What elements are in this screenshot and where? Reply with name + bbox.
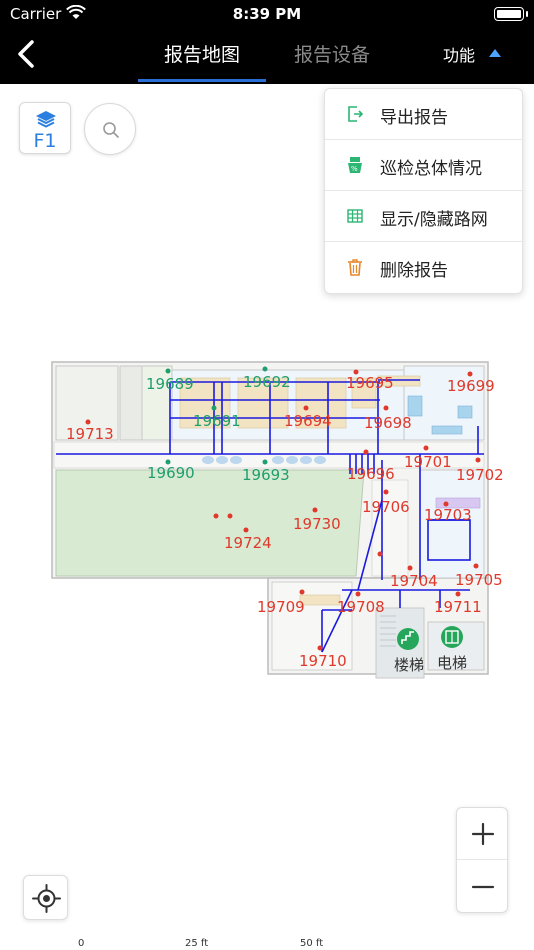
room-left-stair xyxy=(119,365,143,441)
floor-label: F1 xyxy=(33,130,57,152)
grid-icon xyxy=(347,209,363,223)
menu-item-toggle-route-network[interactable]: 显示/隐藏路网 xyxy=(325,191,524,242)
device-label: 19701 xyxy=(404,453,452,471)
room-right-mid xyxy=(419,469,485,579)
menu-item-label: 显示/隐藏路网 xyxy=(380,210,488,230)
svg-text:%: % xyxy=(351,165,358,173)
tab-report-map[interactable]: 报告地图 xyxy=(138,40,266,67)
tab-report-devices[interactable]: 报告设备 xyxy=(282,40,382,67)
device-label: 19704 xyxy=(390,572,438,590)
menu-item-export-report[interactable]: 导出报告 xyxy=(325,89,524,140)
desk-lower xyxy=(299,594,341,606)
device-label: 19724 xyxy=(224,534,272,552)
battery-tip xyxy=(526,11,528,17)
device-label: 19689 xyxy=(146,375,194,393)
clock: 8:39 PM xyxy=(232,5,302,23)
device-label: 19703 xyxy=(424,506,472,524)
layers-icon xyxy=(36,111,56,128)
chevron-left-icon xyxy=(18,40,34,68)
device-label: 19713 xyxy=(66,425,114,443)
device-label: 19693 xyxy=(242,466,290,484)
device-label: 19711 xyxy=(434,598,482,616)
crosshair-icon xyxy=(32,884,61,913)
device-label: 19730 xyxy=(293,515,341,533)
device-label: 19694 xyxy=(284,412,332,430)
nav-bar: 报告地图 报告设备 功能 xyxy=(0,28,534,84)
device-label: 19709 xyxy=(257,598,305,616)
device-label: 19699 xyxy=(447,377,495,395)
device-label: 19695 xyxy=(346,374,394,392)
scale-tick-label: 25 ft xyxy=(185,938,209,949)
room-corridor-right xyxy=(371,479,409,577)
function-menu-button[interactable]: 功能 xyxy=(443,42,475,66)
stairs-label: 楼梯 xyxy=(394,656,424,674)
device-label: 19702 xyxy=(456,466,504,484)
plus-icon xyxy=(471,822,495,846)
device-label: 19692 xyxy=(243,373,291,391)
top-bar: Carrier 8:39 PM 报告地图 报告设备 功能 xyxy=(0,0,534,84)
scale-tick-label: 50 ft xyxy=(300,938,324,949)
zoom-controls xyxy=(456,807,509,913)
stairs-icon xyxy=(397,628,419,650)
zoom-in-button[interactable] xyxy=(457,808,509,860)
locate-me-button[interactable] xyxy=(23,875,68,920)
device-label: 19690 xyxy=(147,464,195,482)
device-label: 19706 xyxy=(362,498,410,516)
menu-item-label: 巡检总体情况 xyxy=(380,159,482,179)
device-label: 19698 xyxy=(364,414,412,432)
scale-bar: 0 25 ft 50 ft xyxy=(0,930,534,950)
device-label: 19708 xyxy=(337,598,385,616)
function-dropdown-menu: 导出报告 % 巡检总体情况 显示/隐藏路网 删除报告 xyxy=(324,88,524,294)
trash-icon xyxy=(348,259,362,276)
menu-item-inspection-overview[interactable]: % 巡检总体情况 xyxy=(325,140,524,191)
search-icon xyxy=(103,122,119,138)
zoom-out-button[interactable] xyxy=(457,861,509,913)
device-label: 19696 xyxy=(347,465,395,483)
floor-selector-button[interactable]: F1 xyxy=(19,102,71,154)
caret-up-icon[interactable] xyxy=(489,49,501,57)
elevator-label: 电梯 xyxy=(437,654,467,672)
menu-item-delete-report[interactable]: 删除报告 xyxy=(325,242,524,293)
status-bar: Carrier 8:39 PM xyxy=(0,0,534,28)
menu-item-label: 删除报告 xyxy=(380,261,448,281)
back-button[interactable] xyxy=(12,36,42,72)
export-icon xyxy=(348,106,364,122)
floor-plan-map[interactable]: 19689 19692 19691 19690 19693 19695 1969… xyxy=(0,340,534,700)
scale-tick-label: 0 xyxy=(78,938,85,949)
inspection-icon: % xyxy=(348,157,362,173)
device-label: 19710 xyxy=(299,652,347,670)
menu-item-label: 导出报告 xyxy=(380,108,448,128)
device-label: 19691 xyxy=(193,412,241,430)
device-label: 19705 xyxy=(455,571,503,589)
map-search-button[interactable] xyxy=(84,103,136,155)
battery-icon xyxy=(494,7,524,21)
minus-icon xyxy=(471,885,495,889)
tab-active-indicator xyxy=(138,79,266,82)
